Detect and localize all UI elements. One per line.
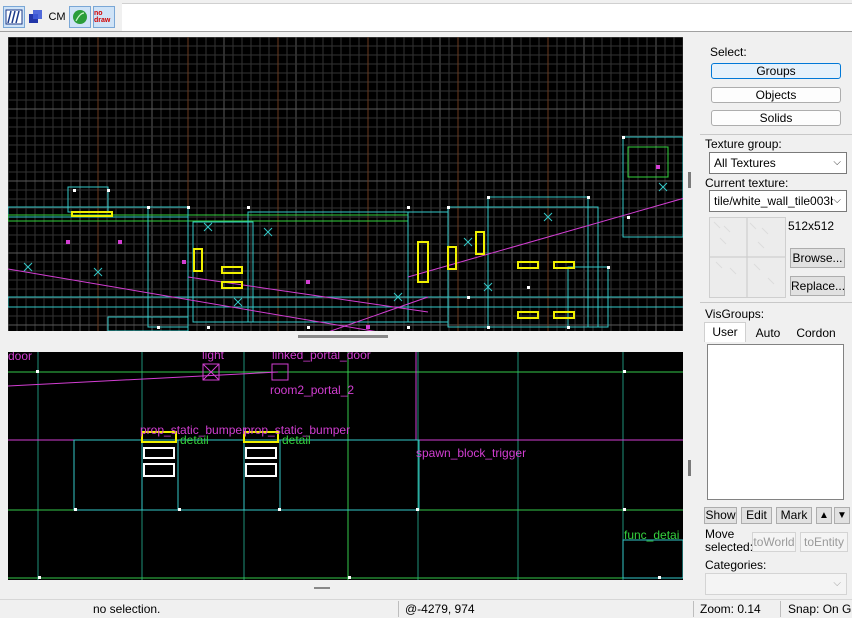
label-spawn-block-trigger: spawn_block_trigger <box>416 446 526 460</box>
properties-panel: Select: Groups Objects Solids Texture gr… <box>700 36 852 598</box>
texture-group-value: All Textures <box>714 156 776 170</box>
toolbar-strip <box>122 3 852 32</box>
move-down-icon[interactable]: ▼ <box>834 507 850 524</box>
bottom-view-canvas: door light linked_portal_door room2_port… <box>8 352 683 580</box>
texture-preview-image <box>710 218 785 297</box>
select-label: Select: <box>710 45 747 59</box>
visgroups-tabs: User Auto Cordon <box>704 322 849 342</box>
status-coords: @-4279, 974 <box>405 602 475 616</box>
status-bar: no selection. @-4279, 974 Zoom: 0.14 Sna… <box>0 599 852 618</box>
status-zoom: Zoom: 0.14 <box>700 602 761 616</box>
edit-button[interactable]: Edit <box>741 507 772 524</box>
label-door: door <box>8 352 32 363</box>
current-texture-value: tile/white_wall_tile003b <box>714 194 837 208</box>
move-selected-label: Move selected: <box>705 527 754 554</box>
tab-cordon[interactable]: Cordon <box>792 324 840 342</box>
current-texture-label: Current texture: <box>705 176 789 190</box>
leaf-icon[interactable] <box>69 6 91 28</box>
groups-button[interactable]: Groups <box>711 63 841 79</box>
categories-select[interactable]: ⌵ <box>705 573 847 595</box>
replace-button[interactable]: Replace... <box>790 276 845 296</box>
chevron-down-icon: ⌵ <box>833 157 841 168</box>
visgroups-list[interactable] <box>707 344 844 500</box>
label-linked-portal-door: linked_portal_door <box>272 352 371 362</box>
current-texture-select[interactable]: tile/white_wall_tile003b ⌵ <box>709 190 847 212</box>
label-detail-1: detail <box>180 433 209 447</box>
label-light: light <box>202 352 225 362</box>
solid-cube-icon[interactable] <box>26 6 46 28</box>
visgroups-label: VisGroups: <box>705 307 765 321</box>
texture-size: 512x512 <box>788 219 835 233</box>
scroll-marker-top[interactable] <box>688 172 691 188</box>
objects-button[interactable]: Objects <box>711 87 841 103</box>
horizontal-scrollbar-top[interactable] <box>8 331 683 342</box>
divider <box>700 134 852 135</box>
solids-button[interactable]: Solids <box>711 110 841 126</box>
to-entity-button[interactable]: toEntity <box>800 532 848 552</box>
categories-label: Categories: <box>705 558 767 572</box>
nodraw-label: no draw <box>94 10 111 24</box>
viewport-bottom[interactable]: door light linked_portal_door room2_port… <box>8 352 683 580</box>
status-snap: Snap: On Gr <box>788 602 852 616</box>
tab-auto[interactable]: Auto <box>748 324 788 342</box>
chevron-down-icon: ⌵ <box>833 191 841 211</box>
browse-button[interactable]: Browse... <box>790 248 845 268</box>
wireframe-icon[interactable] <box>3 6 25 28</box>
mark-button[interactable]: Mark <box>776 507 812 524</box>
cm-button[interactable]: CM <box>47 6 67 28</box>
divider <box>700 302 852 303</box>
toolbar-divider <box>0 31 852 32</box>
status-divider <box>693 601 694 617</box>
move-up-icon[interactable]: ▲ <box>816 507 832 524</box>
label-func-detail: func_detai <box>624 528 679 542</box>
scroll-marker-bottom[interactable] <box>688 460 691 476</box>
tab-user[interactable]: User <box>704 322 746 342</box>
scroll-thumb[interactable] <box>298 335 388 338</box>
texture-group-label: Texture group: <box>705 137 782 151</box>
status-divider <box>780 601 781 617</box>
show-button[interactable]: Show <box>704 507 737 524</box>
to-world-button[interactable]: toWorld <box>752 532 796 552</box>
toolbar: CM no draw <box>0 0 852 34</box>
nodraw-icon[interactable]: no draw <box>93 6 115 28</box>
status-divider <box>398 601 399 617</box>
chevron-down-icon: ⌵ <box>833 578 841 589</box>
top-view-canvas <box>8 37 683 331</box>
texture-group-select[interactable]: All Textures ⌵ <box>709 152 847 174</box>
scroll-thumb-bottom[interactable] <box>314 587 330 589</box>
horizontal-scrollbar-bottom[interactable] <box>8 580 683 598</box>
viewport-top[interactable] <box>8 37 683 331</box>
status-selection: no selection. <box>93 602 161 616</box>
label-room2-portal-2: room2_portal_2 <box>270 383 354 397</box>
label-detail-2: detail <box>282 433 311 447</box>
texture-preview <box>709 217 786 298</box>
